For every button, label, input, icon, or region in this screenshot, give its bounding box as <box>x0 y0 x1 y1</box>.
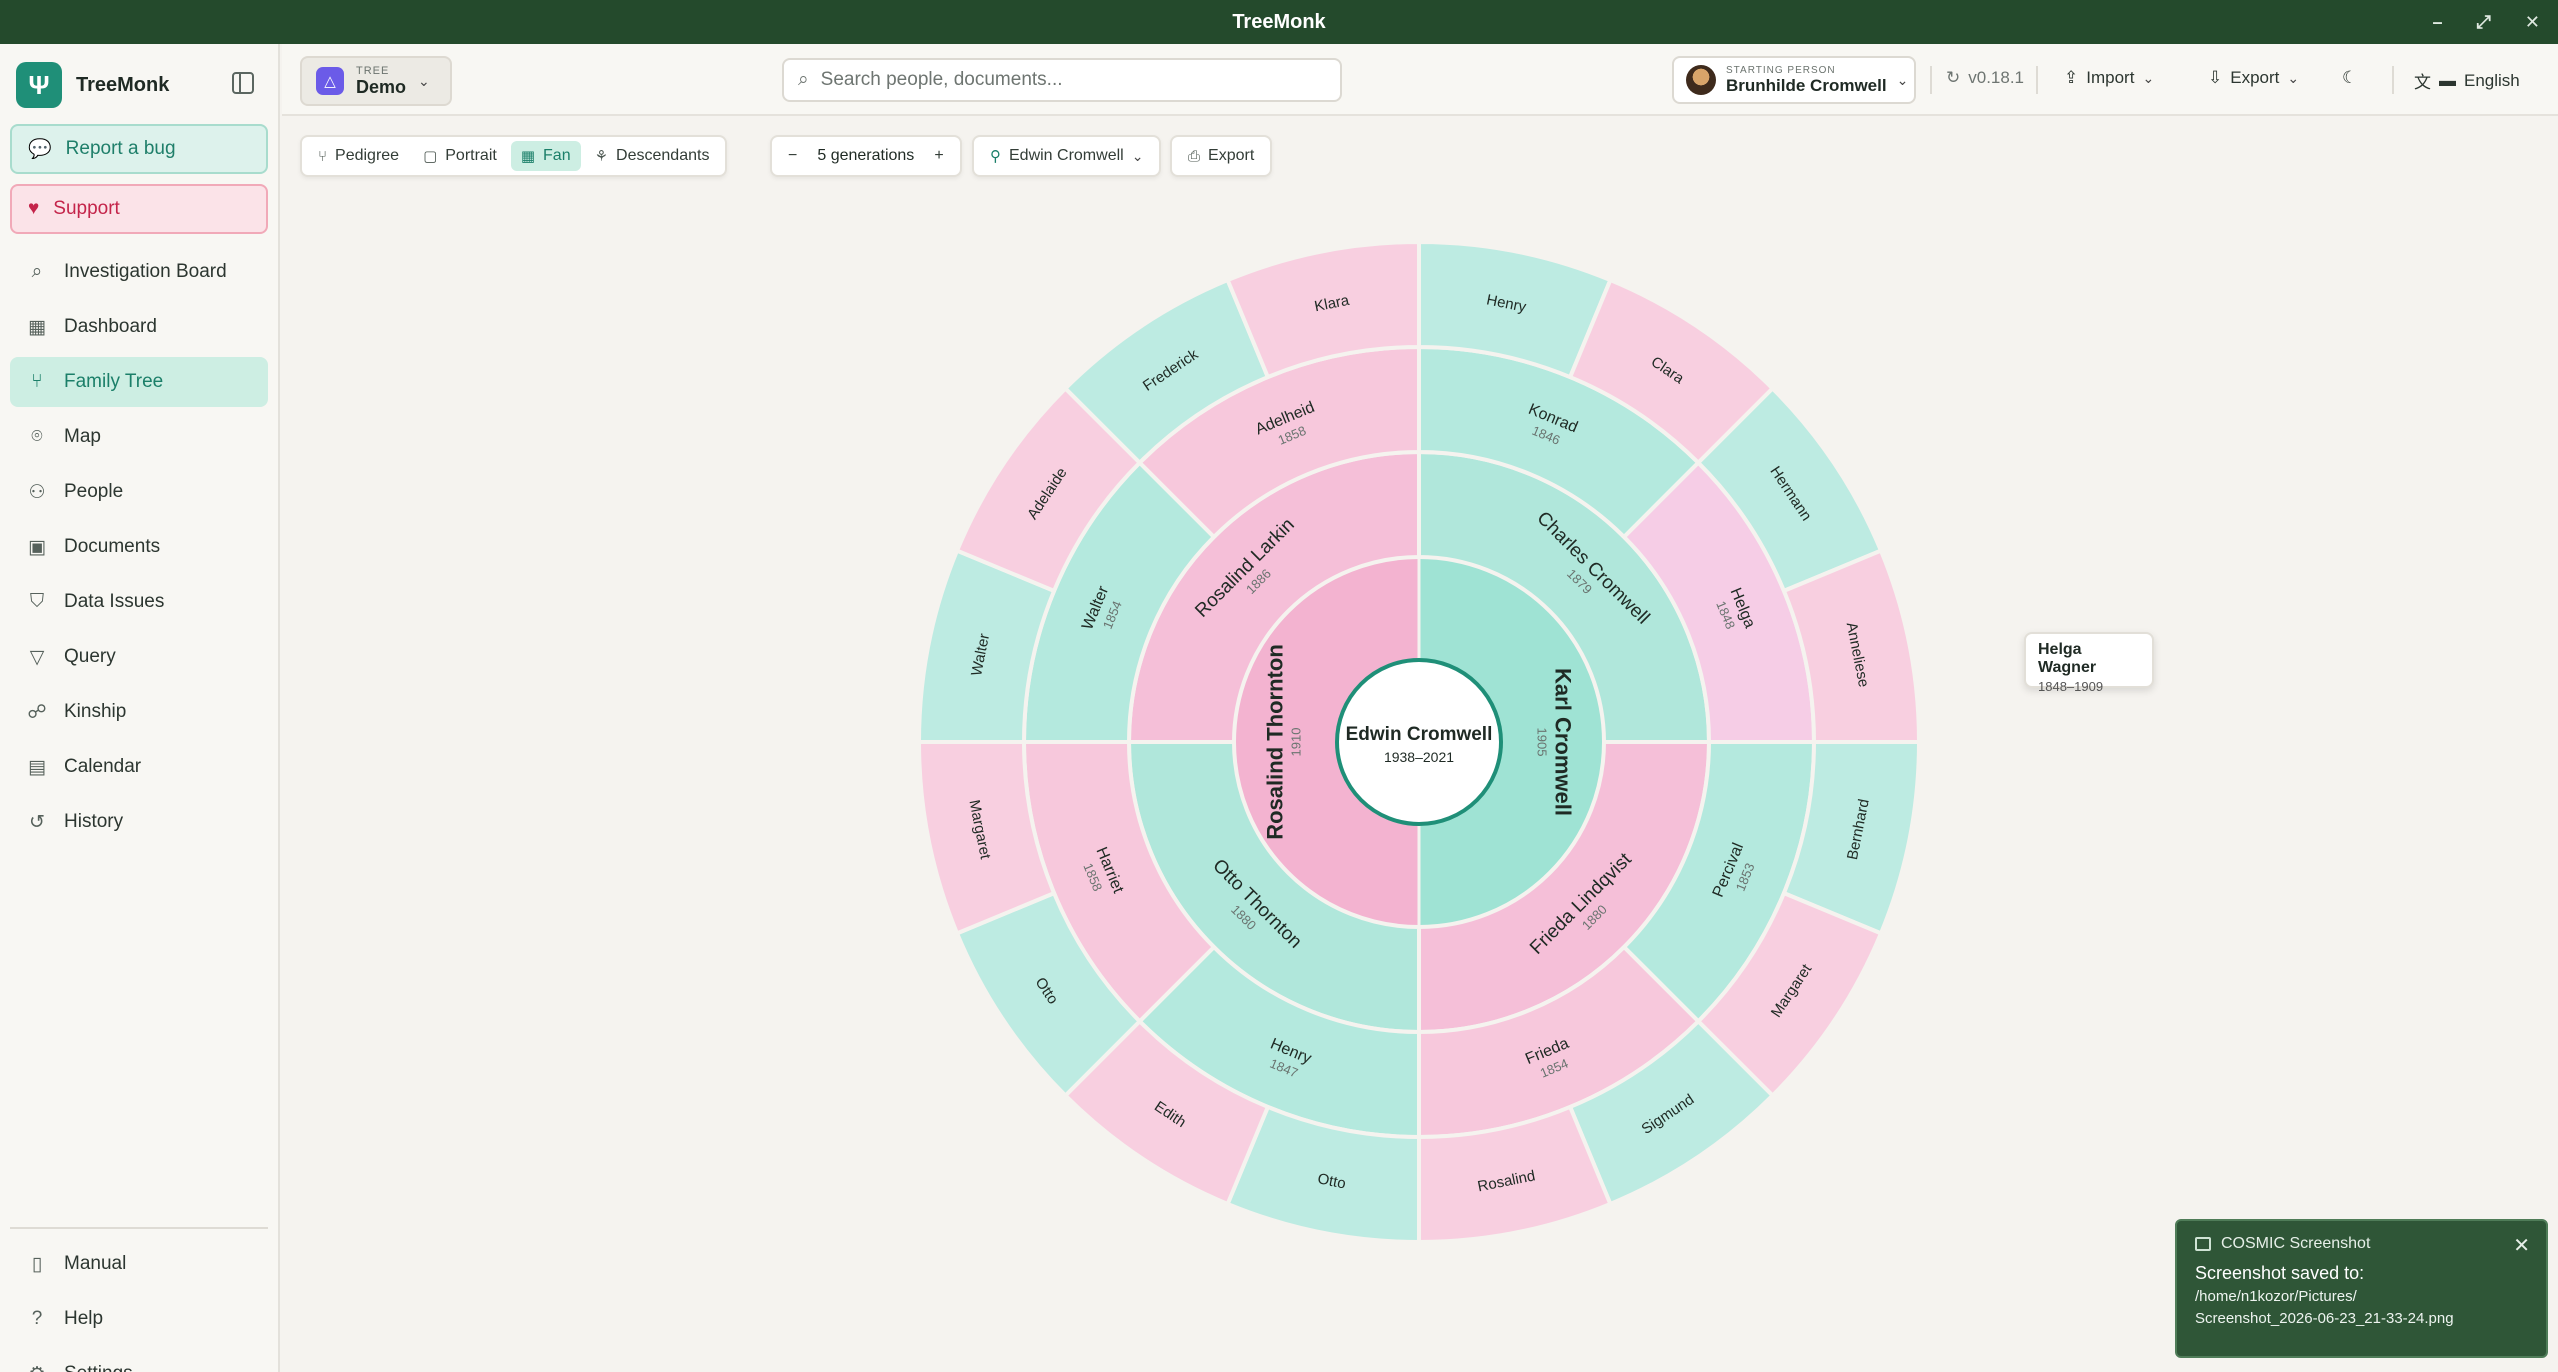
person-name-label: Rosalind Thornton <box>1263 644 1288 840</box>
tooltip-years: 1848–1909 <box>2038 679 2104 694</box>
person-name-label: Karl Cromwell <box>1551 668 1576 816</box>
tooltip-name: Helga Wagner <box>2038 641 2097 676</box>
root-person-name: Edwin Cromwell <box>1346 724 1493 745</box>
notification-filename: Screenshot_2026-06-23_21-33-24.png <box>2195 1310 2454 1327</box>
fan-chart: Karl Cromwell1905Rosalind Thornton 1910Ch… <box>916 239 1922 1245</box>
screenshot-app-icon <box>2195 1237 2211 1251</box>
screenshot-notification[interactable]: COSMIC Screenshot ✕ Screenshot saved to:… <box>2175 1219 2548 1358</box>
notification-app-name: COSMIC Screenshot <box>2221 1235 2371 1252</box>
birth-year-label: 1910 <box>1289 728 1304 757</box>
notification-title: Screenshot saved to: <box>2195 1263 2365 1283</box>
person-tooltip: Helga Wagner 1848–1909 <box>2024 632 2154 694</box>
notification-path: /home/n1kozor/Pictures/ <box>2195 1288 2357 1305</box>
root-person-years: 1938–2021 <box>1384 749 1454 765</box>
birth-year-label: 1905 <box>1535 728 1550 757</box>
close-icon[interactable]: ✕ <box>2513 1233 2530 1258</box>
